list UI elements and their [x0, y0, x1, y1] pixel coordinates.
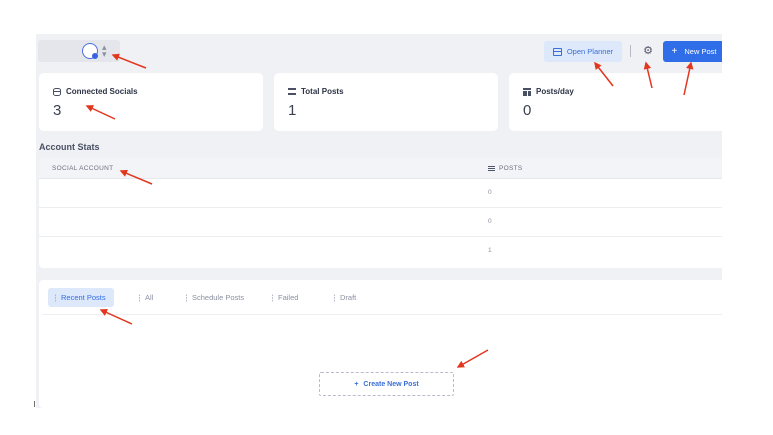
calendar-icon [552, 47, 562, 56]
app-window: ▴ ▾ Open Planner ⚙ + New Post Connected S… [36, 34, 722, 408]
database-icon [53, 87, 61, 96]
tabs-divider [43, 314, 722, 315]
stat-label: Total Posts [301, 87, 344, 96]
gear-icon[interactable]: ⚙ [640, 43, 656, 59]
stat-value: 1 [288, 102, 297, 119]
stat-value: 0 [523, 102, 532, 119]
table-row[interactable]: 0 [39, 208, 722, 237]
posts-count-cell: 0 [488, 218, 492, 225]
drag-handle-icon [185, 293, 188, 302]
section-title-account-stats: Account Stats [39, 142, 100, 152]
open-planner-label: Open Planner [566, 47, 614, 56]
account-stats-table: SOCIAL ACCOUNT POSTS 0 0 1 [39, 158, 722, 268]
posts-count-cell: 0 [488, 189, 492, 196]
tab-label: All [145, 293, 154, 302]
tab-all[interactable]: All [138, 288, 153, 307]
tab-schedule-posts[interactable]: Schedule Posts [185, 288, 244, 307]
create-new-post-button[interactable]: + Create New Post [319, 372, 454, 396]
tab-label: Failed [278, 293, 299, 302]
stat-card-posts-per-day: Posts/day 0 [509, 73, 722, 131]
drag-handle-icon [333, 293, 336, 302]
avatar-icon [82, 43, 98, 59]
tab-recent-posts[interactable]: Recent Posts [48, 288, 114, 307]
posts-panel: Recent Posts All Schedule Posts Failed D… [39, 280, 722, 408]
tab-draft[interactable]: Draft [333, 288, 356, 307]
chevron-updown-icon: ▴ ▾ [102, 42, 107, 59]
new-post-label: New Post [684, 47, 717, 56]
plus-icon: + [354, 380, 359, 388]
column-label: POSTS [499, 165, 523, 172]
chart-icon [523, 87, 531, 96]
new-post-button[interactable]: + New Post [663, 41, 722, 62]
account-selector[interactable]: ▴ ▾ [38, 40, 120, 62]
create-new-post-label: Create New Post [363, 380, 419, 388]
tab-label: Schedule Posts [192, 293, 245, 302]
drag-handle-icon [54, 293, 57, 302]
column-header-social-account: SOCIAL ACCOUNT [52, 165, 113, 172]
tab-failed[interactable]: Failed [271, 288, 298, 307]
toolbar-divider [630, 45, 631, 57]
list-icon [488, 166, 495, 171]
list-icon [288, 88, 296, 95]
drag-handle-icon [138, 293, 141, 302]
stat-card-total-posts: Total Posts 1 [274, 73, 498, 131]
stat-label: Connected Socials [66, 87, 138, 96]
tab-label: Recent Posts [61, 293, 106, 302]
table-header: SOCIAL ACCOUNT POSTS [39, 158, 722, 179]
top-bar: ▴ ▾ Open Planner ⚙ + New Post [36, 34, 722, 68]
stat-card-connected-socials: Connected Socials 3 [39, 73, 263, 131]
stat-value: 3 [53, 102, 62, 119]
posts-tabs: Recent Posts All Schedule Posts Failed D… [48, 288, 718, 307]
posts-count-cell: 1 [488, 247, 492, 254]
stat-label: Posts/day [536, 87, 574, 96]
drag-handle-icon [271, 293, 274, 302]
edge-tick [34, 401, 35, 407]
open-planner-button[interactable]: Open Planner [544, 41, 622, 62]
tab-label: Draft [340, 293, 357, 302]
table-row[interactable]: 0 [39, 179, 722, 208]
plus-icon: + [671, 46, 678, 57]
table-row[interactable]: 1 [39, 237, 722, 266]
column-label: SOCIAL ACCOUNT [52, 165, 114, 172]
column-header-posts: POSTS [488, 165, 523, 172]
